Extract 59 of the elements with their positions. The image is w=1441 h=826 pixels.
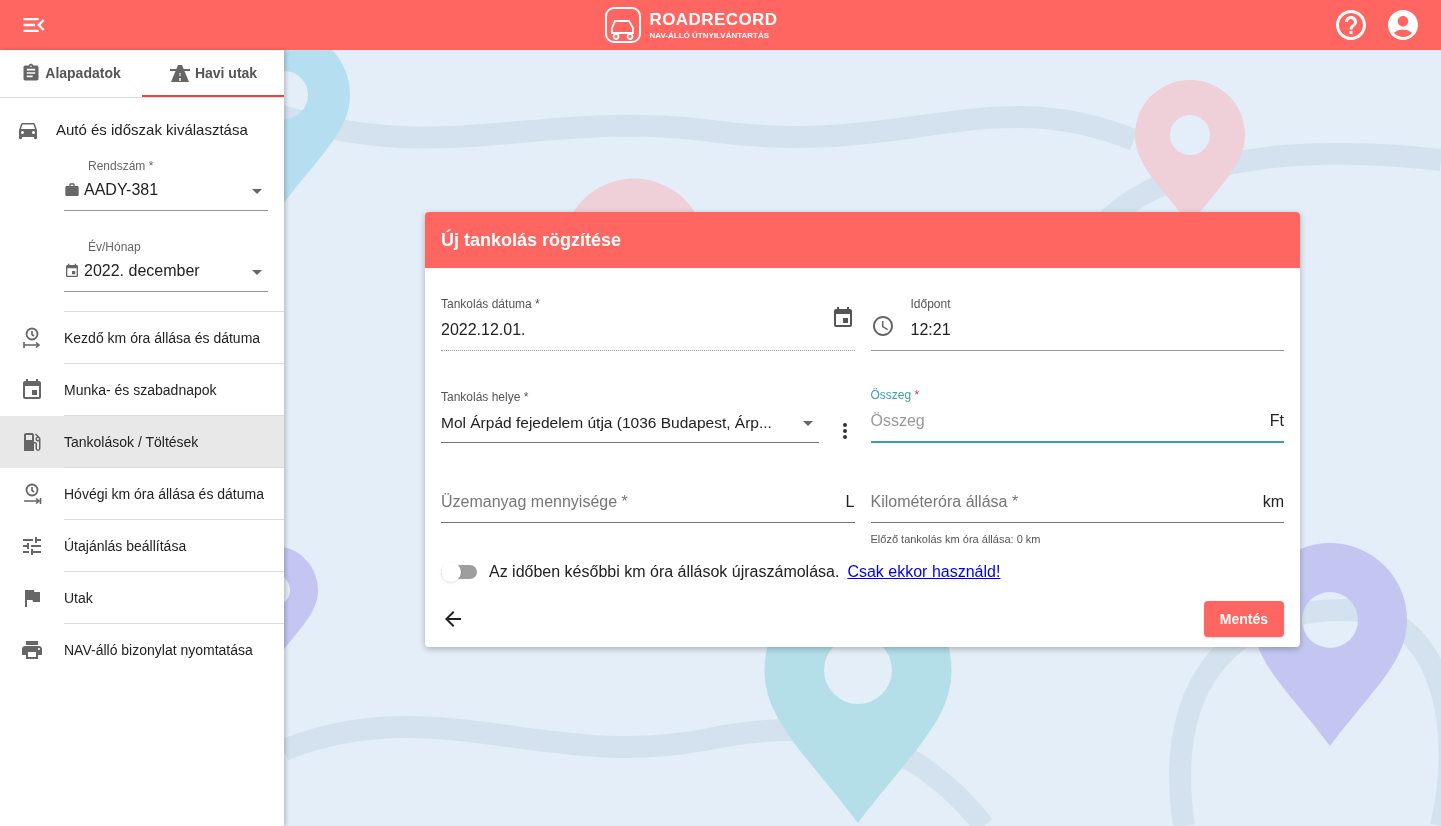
brand-tagline: NAV-ÁLLÓ ÚTNYILVÁNTARTÁS [649,31,771,40]
date-field[interactable]: Tankolás dátuma * 2022.12.01. [441,296,855,351]
toggle-label: Az időben későbbi km óra állások újraszámolása. [489,561,840,582]
section-title: Autó és időszak kiválasztása [56,119,248,140]
field-value: 12:21 [910,320,952,340]
field-label: Tankolás dátuma * [441,296,541,312]
dropdown-caret-icon [802,421,813,426]
currency-suffix: Ft [1269,411,1284,431]
clock-icon [870,314,895,338]
usage-link[interactable]: Csak ekkor használd! [847,559,1001,584]
dropdown-caret-icon [252,270,262,275]
field-value: 2022. december [84,261,200,281]
field-label: Időpont [910,296,952,312]
brand-name: ROADRECORD [649,10,778,28]
field-label: Rendszám * [88,158,155,174]
select-field[interactable]: Rendszám * AADY-381 [64,146,268,211]
clock-arrow-icon [22,327,42,349]
sidebar-item[interactable]: Kezdő km óra állása és dátuma [0,312,284,364]
printer-icon [20,638,44,662]
sidebar-item[interactable]: Útajánlás beállítása [0,520,284,572]
sidebar-item[interactable]: Hóvégi km óra állása és dátuma [0,468,284,520]
tab[interactable]: Alapadatok [0,50,142,97]
sidebar-item[interactable]: Utak [0,572,284,624]
clock-arrow-end-icon [22,483,42,505]
unit-suffix: km [1262,492,1284,512]
amount-input[interactable]: Összeg [870,409,1270,433]
help-button[interactable] [1333,7,1369,43]
place-select-field[interactable]: Tankolás helye * Mol Árpád fejedelem útja (1036 Budapest, Árp... [441,388,819,443]
clipboard-icon [21,62,42,83]
road-icon [168,62,191,83]
field-label: Tankolás helye * [441,388,530,405]
helper-text: Előző tankolás km óra állása: 0 km [870,532,1042,547]
time-field[interactable]: Időpont 12:21 [870,296,1284,351]
car-logo-icon [603,6,642,44]
calendar-icon [20,378,44,402]
toggle-switch[interactable] [441,564,477,579]
field-value: Mol Árpád fejedelem útja (1036 Budapest, Árp... [441,412,773,433]
fuel-quantity-field[interactable]: Üzemanyag mennyisége * L [441,490,855,523]
select-field[interactable]: Év/Hónap 2022. december [64,227,268,292]
sidebar-item[interactable]: Tankolások / Töltések [0,416,284,468]
account-icon [1385,7,1421,43]
sidebar-item[interactable]: NAV-álló bizonylat nyomtatása [0,624,284,676]
account-button[interactable] [1385,7,1421,43]
unit-suffix: L [845,492,855,512]
amount-field[interactable]: Összeg * Összeg Ft [870,387,1284,443]
more-vertical-icon [842,423,847,439]
field-value: 2022.12.01. [441,320,527,340]
sliders-icon [20,534,44,558]
field-label: Év/Hónap [88,239,142,255]
calendar-icon [64,263,80,279]
field-label: Összeg * [870,387,921,403]
fuel-quantity-input[interactable]: Üzemanyag mennyisége * [441,490,846,514]
field-value: AADY-381 [84,180,159,200]
odometer-field[interactable]: Kilométeróra állása * km [870,490,1284,523]
briefcase-icon [64,182,80,198]
help-icon [1333,7,1369,43]
odometer-input[interactable]: Kilométeróra állása * [870,490,1263,514]
dropdown-caret-icon [252,189,262,194]
dialog-title: Új tankolás rögzítése [441,228,622,252]
